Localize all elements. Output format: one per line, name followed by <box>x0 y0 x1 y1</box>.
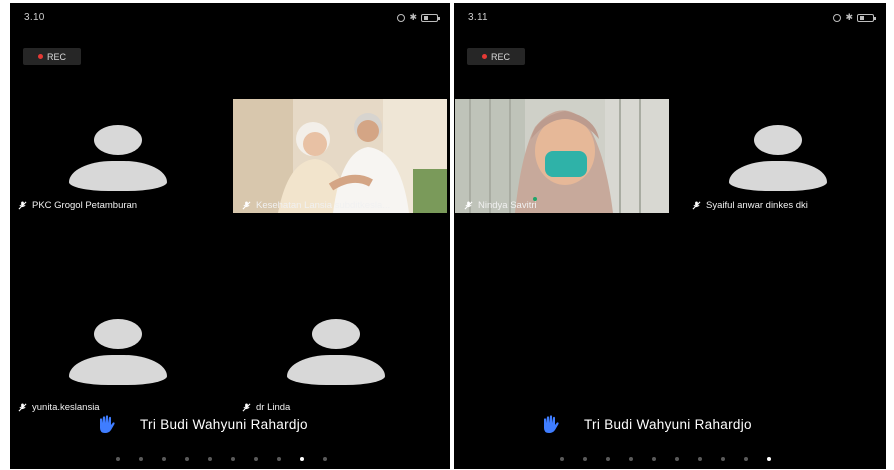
rec-indicator[interactable]: REC <box>23 48 81 65</box>
status-bar: 3.10 ✱ <box>24 12 440 26</box>
participant-tile[interactable]: yunita.keslansia <box>10 293 226 413</box>
page-dot[interactable] <box>162 457 166 461</box>
mic-muted-icon <box>464 201 473 210</box>
page-dot[interactable] <box>652 457 656 461</box>
participant-tile-video[interactable]: Nindya Savitri <box>454 99 669 217</box>
participant-tile[interactable]: PKC Grogol Petamburan <box>10 99 226 217</box>
status-time: 3.10 <box>24 12 45 23</box>
battery-icon <box>857 13 876 22</box>
page-dot[interactable] <box>277 457 281 461</box>
page-dot[interactable] <box>254 457 258 461</box>
raised-hand-icon <box>100 415 115 433</box>
page-dot[interactable] <box>675 457 679 461</box>
page-dot[interactable] <box>139 457 143 461</box>
mic-muted-icon <box>242 403 251 412</box>
rec-label: REC <box>490 51 510 62</box>
mic-muted-icon <box>692 201 701 210</box>
video-feed <box>455 99 669 213</box>
video-feed <box>233 99 447 213</box>
raised-hand-notice: Tri Budi Wahyuni Rahardjo <box>540 415 752 433</box>
status-time: 3.11 <box>468 12 488 23</box>
left-phone-screen: 3.10 ✱ REC PKC Grogol Petamburan Kesehat… <box>10 3 450 469</box>
participant-tile[interactable]: Syaiful anwar dinkes dki <box>670 99 886 217</box>
bluetooth-icon: ✱ <box>409 12 417 22</box>
page-dot[interactable] <box>560 457 564 461</box>
avatar-placeholder-icon <box>287 319 385 385</box>
raised-hand-name: Tri Budi Wahyuni Rahardjo <box>140 416 308 432</box>
raised-hand-notice: Tri Budi Wahyuni Rahardjo <box>96 415 308 433</box>
page-dot[interactable] <box>744 457 748 461</box>
mic-muted-icon <box>242 201 251 210</box>
rec-label: REC <box>46 51 66 62</box>
page-dot[interactable] <box>583 457 587 461</box>
alarm-icon <box>397 13 406 22</box>
alarm-icon <box>833 13 842 22</box>
participant-name: dr Linda <box>242 402 290 413</box>
page-dot-active[interactable] <box>300 457 304 461</box>
page-dot[interactable] <box>231 457 235 461</box>
participant-name: Kesehatan Lansia subditkesla... <box>242 200 390 211</box>
page-dot[interactable] <box>721 457 725 461</box>
page-dot[interactable] <box>698 457 702 461</box>
participant-tile-video[interactable]: Kesehatan Lansia subditkesla... <box>228 99 447 217</box>
avatar-placeholder-icon <box>69 319 167 385</box>
bluetooth-icon: ✱ <box>845 12 853 22</box>
page-dot[interactable] <box>629 457 633 461</box>
battery-icon <box>421 13 440 22</box>
rec-indicator[interactable]: REC <box>467 48 525 65</box>
status-icons: ✱ <box>397 12 440 23</box>
participant-tile[interactable]: dr Linda <box>228 293 444 413</box>
page-dot[interactable] <box>116 457 120 461</box>
status-bar: 3.11 ✱ <box>468 12 876 26</box>
participant-name: Nindya Savitri <box>464 200 537 211</box>
avatar-placeholder-icon <box>729 125 827 191</box>
raised-hand-icon <box>544 415 559 433</box>
rec-dot-icon <box>481 54 487 59</box>
participant-name: Syaiful anwar dinkes dki <box>692 200 808 211</box>
page-dot[interactable] <box>323 457 327 461</box>
mic-muted-icon <box>18 403 27 412</box>
page-indicator[interactable] <box>560 457 771 461</box>
page-dot[interactable] <box>606 457 610 461</box>
right-phone-screen: 3.11 ✱ REC Nindya Savitri Syaiful anwar … <box>454 3 886 469</box>
rec-dot-icon <box>37 54 43 59</box>
avatar-placeholder-icon <box>69 125 167 191</box>
participant-name: PKC Grogol Petamburan <box>18 200 137 211</box>
raised-hand-name: Tri Budi Wahyuni Rahardjo <box>584 416 752 432</box>
mic-muted-icon <box>18 201 27 210</box>
page-dot[interactable] <box>208 457 212 461</box>
page-dot-active[interactable] <box>767 457 771 461</box>
page-dot[interactable] <box>185 457 189 461</box>
participant-name: yunita.keslansia <box>18 402 100 413</box>
status-icons: ✱ <box>833 12 876 23</box>
screenshot-frame: 3.10 ✱ REC PKC Grogol Petamburan Kesehat… <box>0 0 894 470</box>
page-indicator[interactable] <box>116 457 327 461</box>
